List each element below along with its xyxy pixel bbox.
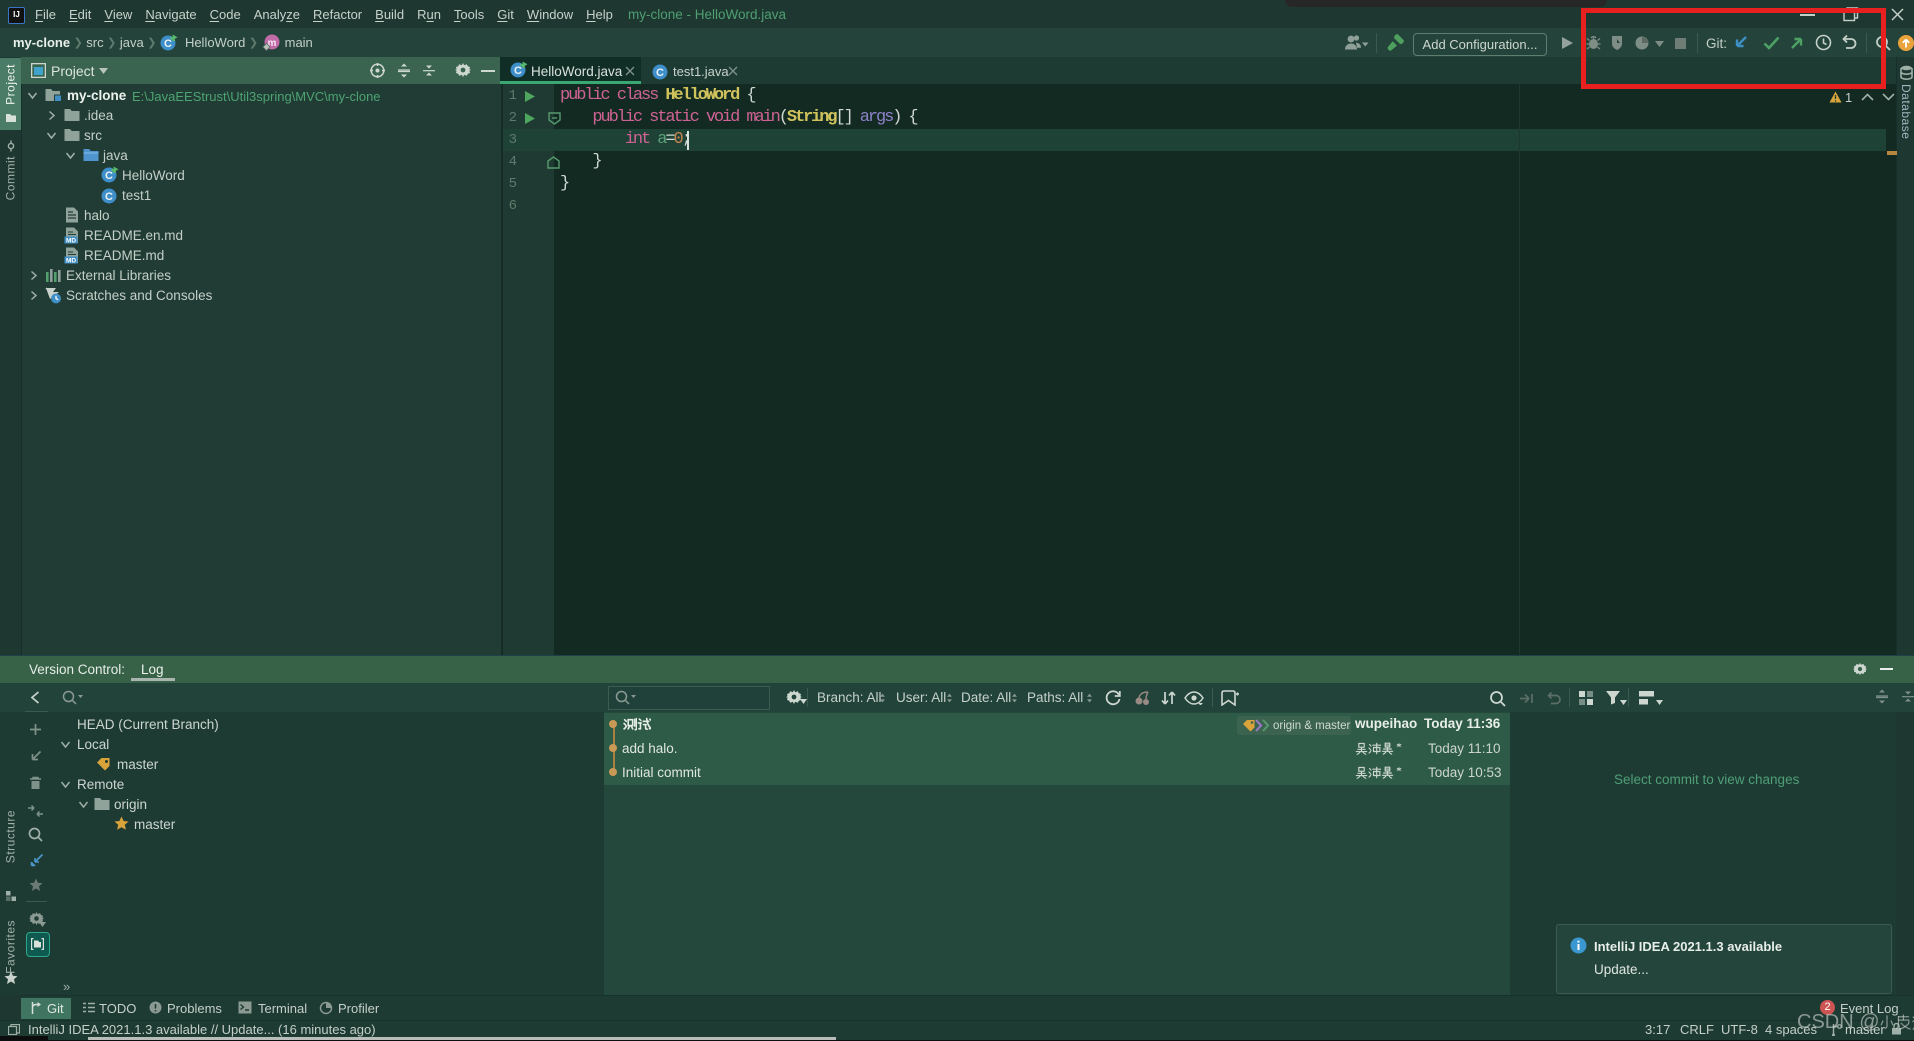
svg-text:C: C [105,191,113,203]
svg-text:MD: MD [66,257,76,264]
svg-text:C: C [656,67,664,79]
svg-text:C: C [514,65,522,77]
svg-text:MD: MD [66,237,76,244]
svg-text:C: C [105,170,113,182]
svg-text:C: C [164,38,172,50]
